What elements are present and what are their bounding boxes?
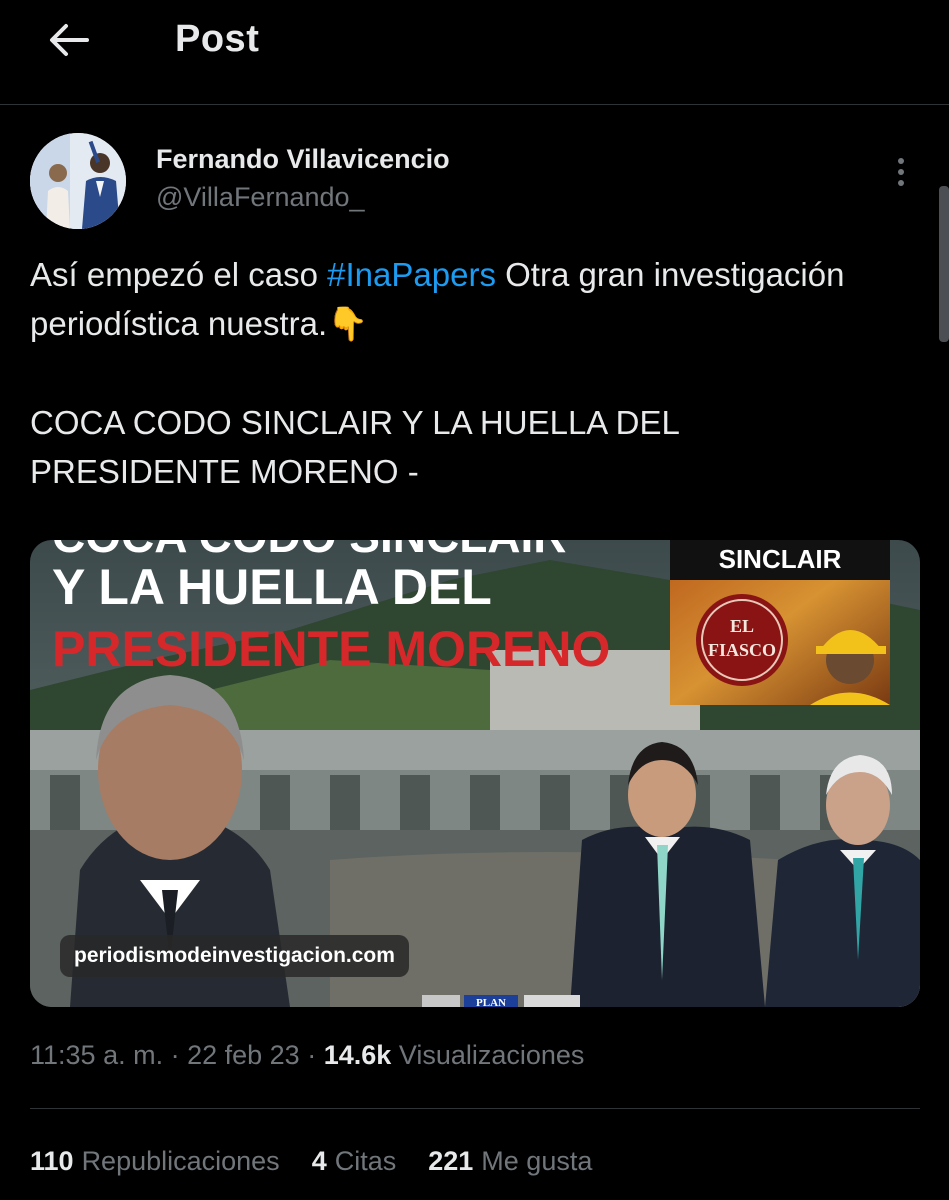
back-button[interactable]: [44, 18, 92, 62]
more-dots-icon: [898, 158, 904, 164]
media-logo-text: PLAN: [476, 997, 506, 1007]
arrow-left-icon: [50, 24, 89, 56]
tweet-text: Así empezó el caso #InaPapers Otra gran …: [30, 250, 910, 496]
author-name[interactable]: Fernando Villavicencio: [156, 144, 450, 175]
tweet-media-image[interactable]: COCA CODO SINCLAIR Y LA HUELLA DEL PRESI…: [30, 540, 920, 1007]
top-bar: Post: [0, 0, 949, 105]
engagement-stats: 110 Republicaciones 4 Citas 221 Me gusta: [30, 1146, 592, 1177]
author-handle[interactable]: @VillaFernando_: [156, 182, 365, 213]
views-label: Visualizaciones: [398, 1040, 585, 1070]
scrollbar[interactable]: [939, 186, 949, 342]
media-title-line2: PRESIDENTE MORENO: [52, 621, 610, 677]
inset-label: SINCLAIR: [719, 544, 842, 574]
tweet-date[interactable]: 22 feb 23: [187, 1040, 300, 1070]
divider: [30, 1108, 920, 1109]
media-title-line1: Y LA HUELLA DEL: [52, 559, 492, 615]
likes-stat[interactable]: 221 Me gusta: [428, 1146, 592, 1177]
hashtag-link[interactable]: #InaPapers: [327, 256, 496, 293]
tweet-headline: COCA CODO SINCLAIR Y LA HUELLA DEL PRESID…: [30, 404, 680, 490]
tweet-time[interactable]: 11:35 a. m.: [30, 1040, 163, 1070]
media-url-overlay: periodismodeinvestigacion.com: [60, 935, 409, 977]
more-options-button[interactable]: [884, 150, 918, 194]
tweet-meta: 11:35 a. m. · 22 feb 23 · 14.6k Visualiz…: [30, 1040, 585, 1070]
page-title: Post: [175, 18, 260, 60]
tweet-paragraph: Así empezó el caso #InaPapers Otra gran …: [30, 256, 845, 342]
views-count: 14.6k: [323, 1040, 392, 1070]
quotes-stat[interactable]: 4 Citas: [312, 1146, 397, 1177]
stamp-line2: FIASCO: [708, 640, 776, 660]
avatar[interactable]: [30, 133, 126, 229]
stamp-line1: EL: [730, 616, 754, 636]
pointing-down-emoji: 👇: [327, 305, 369, 342]
reposts-stat[interactable]: 110 Republicaciones: [30, 1146, 280, 1177]
